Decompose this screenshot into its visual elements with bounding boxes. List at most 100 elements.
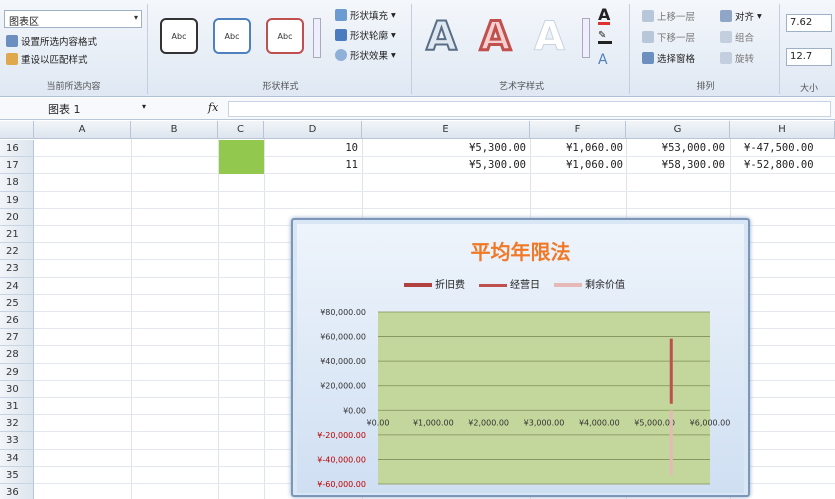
- name-box[interactable]: 图表 1 ▾: [36, 101, 148, 117]
- cell-g16[interactable]: ¥53,000.00: [626, 140, 725, 157]
- column-header[interactable]: E: [362, 121, 530, 139]
- x-tick-label: ¥2,000.00: [468, 418, 509, 427]
- align-button[interactable]: 对齐 ▾: [720, 9, 762, 23]
- chart-object[interactable]: 平均年限法 折旧费 经营日 剩余价值 ¥80,000.00 ¥60,000.00 ¥…: [291, 218, 750, 497]
- row-header[interactable]: 29: [0, 363, 34, 381]
- width-value: 12.7: [790, 51, 813, 62]
- shape-effects-button[interactable]: 形状效果 ▾: [335, 48, 396, 62]
- cell-f16[interactable]: ¥1,060.00: [530, 140, 623, 157]
- chevron-down-icon: ▾: [391, 49, 396, 61]
- format-selection-button[interactable]: 设置所选内容格式: [6, 34, 97, 48]
- row-header[interactable]: 19: [0, 191, 34, 209]
- cell-c16-c17-fill[interactable]: [219, 140, 264, 174]
- cell-d16[interactable]: 10: [264, 140, 358, 157]
- y-tick-label: ¥20,000.00: [320, 382, 366, 391]
- ribbon: 图表区 ▾ 设置所选内容格式 重设以匹配样式 当前所选内容 Abc Abc Abc…: [0, 0, 835, 97]
- formula-bar: 图表 1 ▾ fx: [0, 98, 835, 120]
- rotate-button[interactable]: 旋转: [720, 51, 754, 65]
- wordart-style-3[interactable]: A: [534, 14, 566, 61]
- chart-area[interactable]: 平均年限法 折旧费 经营日 剩余价值 ¥80,000.00 ¥60,000.00 ¥…: [297, 224, 744, 493]
- chevron-down-icon: ▾: [757, 10, 762, 22]
- row-header[interactable]: 24: [0, 277, 34, 295]
- x-tick-label: ¥4,000.00: [579, 418, 620, 427]
- reset-style-button[interactable]: 重设以匹配样式: [6, 52, 88, 66]
- send-backward-button[interactable]: 下移一层: [642, 30, 695, 44]
- shape-outline-button[interactable]: 形状轮廓 ▾: [335, 28, 396, 42]
- group-label: 组合: [735, 33, 755, 44]
- row-header[interactable]: 33: [0, 432, 34, 450]
- shape-effects-label: 形状效果: [350, 51, 389, 62]
- wordart-style-2[interactable]: A: [479, 13, 513, 62]
- swatch-label: Abc: [277, 31, 293, 41]
- row-header[interactable]: 18: [0, 174, 34, 192]
- cell-f17[interactable]: ¥1,060.00: [530, 157, 623, 174]
- group-title: 排列: [696, 82, 715, 92]
- text-outline-icon[interactable]: ✎: [598, 30, 612, 44]
- row-header[interactable]: 26: [0, 312, 34, 330]
- align-icon: [720, 10, 732, 22]
- row-header[interactable]: 20: [0, 208, 34, 226]
- group-button[interactable]: 组合: [720, 30, 754, 44]
- shape-style-swatch-1[interactable]: Abc: [160, 18, 198, 54]
- paint-bucket-icon: [335, 9, 347, 21]
- cell-h17[interactable]: ¥-52,800.00: [730, 157, 835, 174]
- shape-width-input[interactable]: 12.7: [786, 48, 832, 66]
- bring-forward-label: 上移一层: [657, 12, 696, 23]
- group-current-selection: 图表区 ▾ 设置所选内容格式 重设以匹配样式 当前所选内容: [0, 4, 148, 94]
- text-fill-icon[interactable]: A: [598, 7, 611, 25]
- plot-area: [378, 312, 710, 484]
- selection-pane-icon: [642, 52, 654, 64]
- y-tick-label: ¥-40,000.00: [317, 455, 366, 464]
- swatch-label: Abc: [224, 31, 240, 41]
- column-header[interactable]: H: [730, 121, 835, 139]
- bring-forward-icon: [642, 10, 654, 22]
- group-title: 形状样式: [262, 82, 299, 92]
- column-header[interactable]: F: [530, 121, 626, 139]
- row-header[interactable]: 30: [0, 380, 34, 398]
- row-header[interactable]: 34: [0, 449, 34, 467]
- row-header[interactable]: 31: [0, 398, 34, 416]
- formula-input[interactable]: [228, 101, 831, 117]
- insert-function-button[interactable]: fx: [208, 101, 218, 114]
- column-header[interactable]: D: [264, 121, 362, 139]
- shape-style-swatch-3[interactable]: Abc: [266, 18, 304, 54]
- row-header[interactable]: 21: [0, 226, 34, 244]
- cell-d17[interactable]: 11: [264, 157, 358, 174]
- chevron-down-icon[interactable]: ▾: [134, 13, 138, 22]
- row-header[interactable]: 32: [0, 415, 34, 433]
- column-header[interactable]: B: [131, 121, 218, 139]
- wordart-style-1[interactable]: A: [425, 13, 458, 61]
- row-header[interactable]: 22: [0, 243, 34, 261]
- column-header[interactable]: A: [34, 121, 131, 139]
- selection-pane-label: 选择窗格: [657, 54, 696, 65]
- row-header[interactable]: 16: [0, 140, 34, 158]
- row-header[interactable]: 17: [0, 157, 34, 175]
- row-header[interactable]: 35: [0, 466, 34, 484]
- cell-e17[interactable]: ¥5,300.00: [362, 157, 526, 174]
- style-gallery-scroll[interactable]: [313, 18, 321, 58]
- shape-style-swatch-2[interactable]: Abc: [213, 18, 251, 54]
- x-tick-label: ¥6,000.00: [690, 418, 731, 427]
- chevron-down-icon[interactable]: ▾: [142, 102, 146, 111]
- swatch-label: Abc: [171, 31, 187, 41]
- row-header[interactable]: 25: [0, 294, 34, 312]
- name-box-value: 图表 1: [48, 103, 81, 116]
- select-all-corner[interactable]: [0, 121, 34, 139]
- selection-pane-button[interactable]: 选择窗格: [642, 51, 695, 65]
- wordart-gallery-scroll[interactable]: [582, 18, 590, 58]
- row-header[interactable]: 28: [0, 346, 34, 364]
- cell-e16[interactable]: ¥5,300.00: [362, 140, 526, 157]
- format-icon: [6, 35, 18, 47]
- bring-forward-button[interactable]: 上移一层: [642, 9, 695, 23]
- shape-height-input[interactable]: 7.62: [786, 14, 832, 32]
- row-header[interactable]: 27: [0, 329, 34, 347]
- chart-element-dropdown[interactable]: 图表区 ▾: [4, 10, 142, 28]
- column-header[interactable]: C: [218, 121, 264, 139]
- row-header[interactable]: 23: [0, 260, 34, 278]
- shape-fill-button[interactable]: 形状填充 ▾: [335, 8, 396, 22]
- text-effects-icon[interactable]: A: [598, 52, 608, 68]
- cell-g17[interactable]: ¥58,300.00: [626, 157, 725, 174]
- column-header[interactable]: G: [626, 121, 730, 139]
- cell-h16[interactable]: ¥-47,500.00: [730, 140, 835, 157]
- row-header[interactable]: 36: [0, 484, 34, 499]
